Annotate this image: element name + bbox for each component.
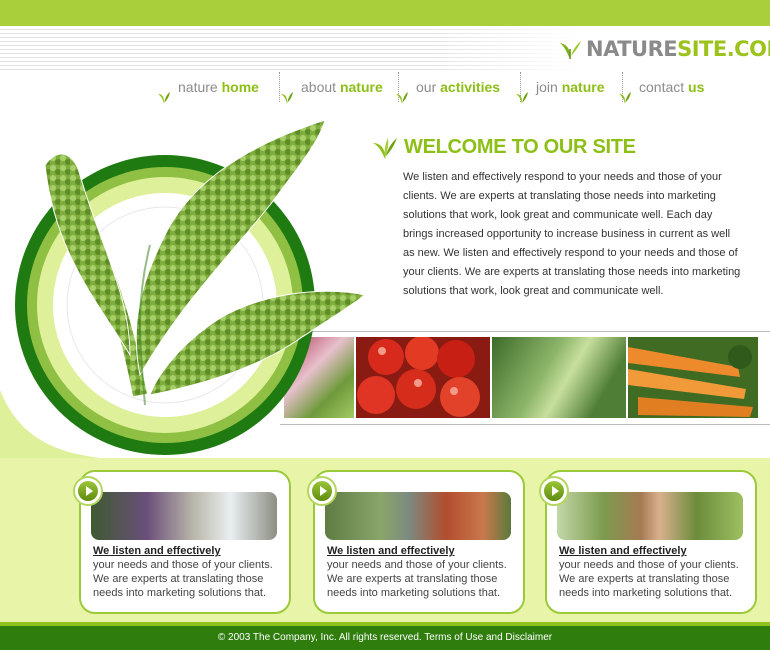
nav-label-light: nature	[178, 79, 218, 95]
nav-label-light: contact	[639, 79, 685, 95]
feature-card: We listen and effectively your needs and…	[307, 470, 525, 614]
footer-accent-line	[0, 622, 770, 626]
site-logo[interactable]: NATURESITE.COM	[558, 35, 770, 63]
photo-canyon	[325, 492, 511, 540]
main-nav: nature home about nature our activities …	[158, 72, 718, 104]
welcome-heading: WELCOME TO OUR SITE	[372, 134, 636, 160]
nav-label-bold: home	[221, 79, 259, 95]
card-heading-link[interactable]: We listen and effectively	[559, 545, 687, 557]
nav-label-bold: activities	[440, 79, 501, 95]
leaf-icon	[281, 92, 293, 104]
photo-carrots	[628, 337, 758, 418]
card-text: your needs and those of your clients. We…	[559, 559, 739, 599]
nav-label-bold: us	[688, 79, 705, 95]
footer-copyright: © 2003 The Company, Inc. All rights rese…	[217, 632, 553, 643]
leaf-icon	[158, 92, 170, 104]
welcome-paragraph: We listen and effectively respond to you…	[403, 171, 741, 297]
logo-text-site: SITE.COM	[677, 37, 770, 61]
photo-hiker	[91, 492, 277, 540]
play-icon[interactable]	[539, 476, 569, 506]
top-bar	[0, 0, 770, 26]
nav-divider	[279, 72, 280, 102]
feature-card: We listen and effectively your needs and…	[539, 470, 757, 614]
leaf-icon	[516, 92, 528, 104]
photo-woman	[557, 492, 743, 540]
feature-card: We listen and effectively your needs and…	[73, 470, 291, 614]
leaf-icon	[619, 92, 631, 104]
card-heading-link[interactable]: We listen and effectively	[327, 545, 455, 557]
nav-label-bold: nature	[561, 79, 605, 95]
card-text: your needs and those of your clients. We…	[93, 559, 273, 599]
play-icon[interactable]	[73, 476, 103, 506]
nav-label-bold: nature	[339, 79, 383, 95]
leaf-icon	[373, 138, 397, 159]
logo-text-nature: NATURE	[586, 37, 678, 61]
leaf-logo-icon	[560, 41, 581, 59]
nav-label-light: join	[536, 79, 558, 95]
card-text: your needs and those of your clients. We…	[327, 559, 507, 599]
photo-cabbage	[492, 337, 626, 418]
nav-label-light: about	[301, 79, 337, 95]
page-title: WELCOME TO OUR SITE	[404, 135, 636, 158]
play-icon[interactable]	[307, 476, 337, 506]
nav-label-light: our	[416, 79, 437, 95]
card-heading-link[interactable]: We listen and effectively	[93, 545, 221, 557]
leaf-icon	[396, 92, 408, 104]
footer: © 2003 The Company, Inc. All rights rese…	[0, 622, 770, 650]
plant-illustration	[15, 119, 367, 455]
